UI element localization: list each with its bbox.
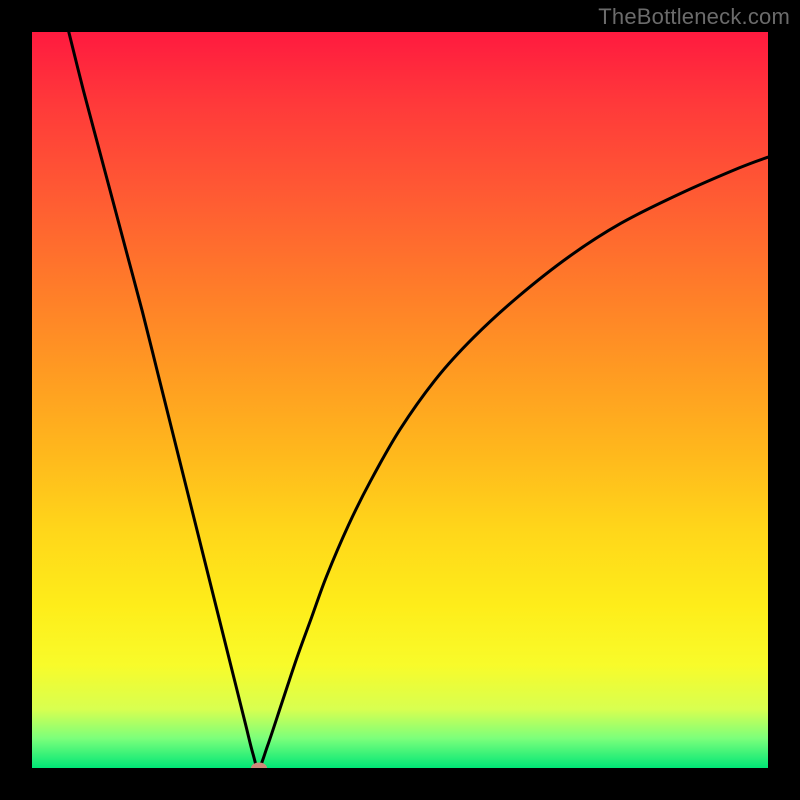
chart-frame: TheBottleneck.com [0,0,800,800]
bottleneck-curve [32,32,768,768]
optimal-point-marker [251,763,267,769]
plot-area [32,32,768,768]
watermark-text: TheBottleneck.com [598,4,790,30]
